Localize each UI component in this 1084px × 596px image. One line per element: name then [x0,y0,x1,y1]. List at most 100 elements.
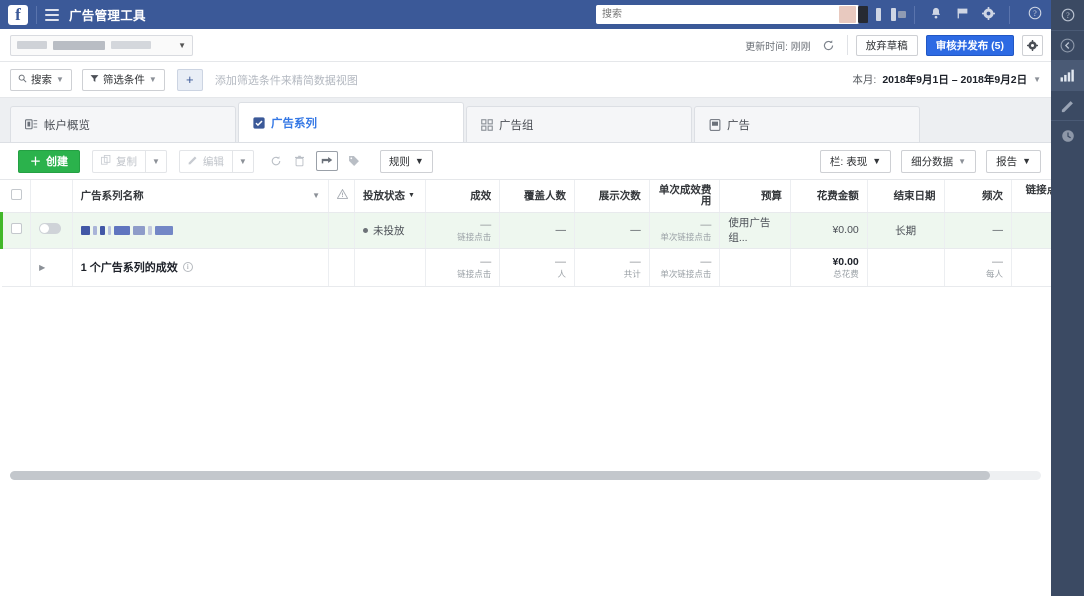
rail-charts-button[interactable] [1051,60,1084,90]
campaign-status-toggle[interactable] [39,223,62,234]
refresh-icon[interactable] [264,150,288,173]
rail-edit-button[interactable] [1051,90,1084,120]
tag-icon[interactable] [342,150,366,173]
filter-hint-text: 添加筛选条件来精简数据视图 [214,74,358,87]
date-range-picker[interactable]: 本月: 2018年9月1日 – 2018年9月2日 ▼ [852,72,1041,87]
search-input[interactable] [596,6,839,23]
bar-chart-icon [1060,69,1074,82]
campaign-name-blurred [80,225,320,235]
summary-amount-spent-value: ¥0.00 [832,255,859,268]
hamburger-icon[interactable] [45,8,59,21]
chevron-down-icon[interactable]: ▼ [178,41,186,50]
column-header-impressions[interactable]: 展示次数 [574,180,650,213]
tab-label: 广告 [727,119,750,132]
chevron-down-icon: ▼ [1022,156,1031,166]
tab-adsets[interactable]: 广告组 [466,106,692,142]
status-label: 未投放 [372,224,405,237]
messages-blurred-chip[interactable] [891,5,906,24]
chevron-down-icon[interactable]: ▼ [312,191,320,200]
column-header-name[interactable]: 广告系列名称 ▼ [72,180,330,213]
toggle-column-header [30,180,73,213]
column-label: 广告系列名称 [80,190,144,203]
row-toggle-cell[interactable] [30,212,73,249]
duplicate-label: 复制 [116,155,137,168]
column-header-frequency[interactable]: 频次 [944,180,1013,213]
column-header-budget[interactable]: 预算 [719,180,791,213]
summary-expand-cell[interactable]: ▶ [30,248,73,287]
trash-icon[interactable] [288,150,312,173]
profile-blurred-chip[interactable] [839,5,868,24]
warning-triangle-icon [336,188,349,202]
rules-button[interactable]: 规则 ▼ [379,149,433,173]
select-all-checkbox-cell[interactable] [1,180,32,213]
clock-history-icon [1061,129,1074,142]
edit-dropdown-caret[interactable]: ▼ [232,149,254,173]
scrollbar-thumb[interactable] [10,471,990,480]
create-button[interactable]: ＋ 创建 [18,149,80,173]
row-reach-cell: — [499,212,576,249]
summary-cost-per-result-cell: — 单次链接点击 [649,248,721,287]
duplicate-dropdown-caret[interactable]: ▼ [146,149,167,173]
select-all-checkbox[interactable] [11,188,23,200]
chevron-left-circle-icon [1060,38,1075,53]
campaigns-table-wrapper: 广告系列名称 ▼ 投放状态 ▼ 成效 覆盖人数 展示次数 单次成效费用 预算 花… [0,180,1051,596]
campaign-name-cell[interactable] [72,212,330,249]
reports-button[interactable]: 报告 ▼ [986,149,1041,173]
pages-flag-icon[interactable] [949,7,975,23]
tab-campaigns[interactable]: 广告系列 [238,102,464,142]
settings-gear-icon[interactable] [975,6,1001,23]
refresh-icon[interactable] [819,35,839,55]
review-publish-button[interactable]: 审核并发布 (5) [925,34,1014,56]
summary-frequency-sublabel: 每人 [986,268,1004,279]
rail-collapse-button[interactable] [1051,30,1084,60]
rail-help-button[interactable]: ? [1051,0,1084,30]
add-filter-button[interactable]: + [176,68,203,91]
filter-bar: 搜索 ▼ 筛选条件 ▼ + 添加筛选条件来精简数据视图 本月: 2018年9月1… [0,62,1051,98]
top-bar-right-group: ? [839,0,1051,29]
column-header-results[interactable]: 成效 [425,180,501,213]
duplicate-button[interactable]: 复制 [92,149,146,173]
tab-label: 广告组 [499,119,534,132]
row-budget-cell[interactable]: 使用广告组... [719,212,791,249]
column-header-status[interactable]: 投放状态 ▼ [354,180,426,213]
summary-frequency-cell: — 每人 [944,248,1013,287]
global-search-box[interactable] [596,5,859,24]
column-header-reach[interactable]: 覆盖人数 [499,180,576,213]
notifications-bell-icon[interactable] [923,7,949,23]
gear-icon[interactable] [1022,34,1043,56]
columns-button[interactable]: 栏: 表现 ▼ [819,149,892,173]
pencil-icon [1061,100,1073,112]
help-question-icon[interactable]: ? [1018,6,1051,23]
rail-history-button[interactable] [1051,120,1084,150]
export-icon[interactable] [315,151,338,171]
search-filter-button[interactable]: 搜索 ▼ [10,68,72,91]
filter-conditions-button[interactable]: 筛选条件 ▼ [81,68,165,91]
facebook-logo-icon[interactable]: f [8,4,28,25]
chevron-right-icon[interactable]: ▶ [39,263,45,272]
column-header-link-clicks[interactable]: 链接点击 独立用 [1011,180,1051,213]
top-navigation-bar: f 广告管理工具 搜索 ? [0,0,1051,29]
info-icon[interactable]: i [182,262,193,272]
row-end-date-cell: 长期 [867,212,945,249]
account-selector[interactable]: ▼ [10,34,193,56]
breakdown-button[interactable]: 细分数据 ▼ [901,149,977,173]
chevron-down-icon[interactable]: ▼ [1033,75,1041,84]
discard-draft-button[interactable]: 放弃草稿 [855,34,918,56]
tab-ads[interactable]: 广告 [694,106,920,142]
column-header-end-date[interactable]: 结束日期 [867,180,945,213]
row-results-cell: — 链接点击 [425,212,501,249]
edit-button[interactable]: 编辑 [178,149,233,173]
row-checkbox-cell[interactable] [0,212,32,249]
horizontal-scrollbar[interactable] [10,471,1041,480]
tab-account-overview[interactable]: 帐户概览 [10,106,236,142]
ad-rectangle-icon [709,118,721,131]
chevron-down-icon: ▼ [958,156,967,166]
friends-blurred-chip[interactable] [876,5,881,24]
campaigns-table: 广告系列名称 ▼ 投放状态 ▼ 成效 覆盖人数 展示次数 单次成效费用 预算 花… [0,180,1051,287]
tab-label: 帐户概览 [44,119,90,132]
row-checkbox[interactable] [11,223,22,234]
table-row[interactable]: 未投放 — 链接点击 — — — 单次链接点击 使用广告组... ¥0.00 长… [0,212,1051,249]
column-header-amount-spent[interactable]: 花费金额 [790,180,868,213]
column-header-cost-per-result[interactable]: 单次成效费用 [649,180,721,213]
svg-text:?: ? [1066,11,1070,20]
